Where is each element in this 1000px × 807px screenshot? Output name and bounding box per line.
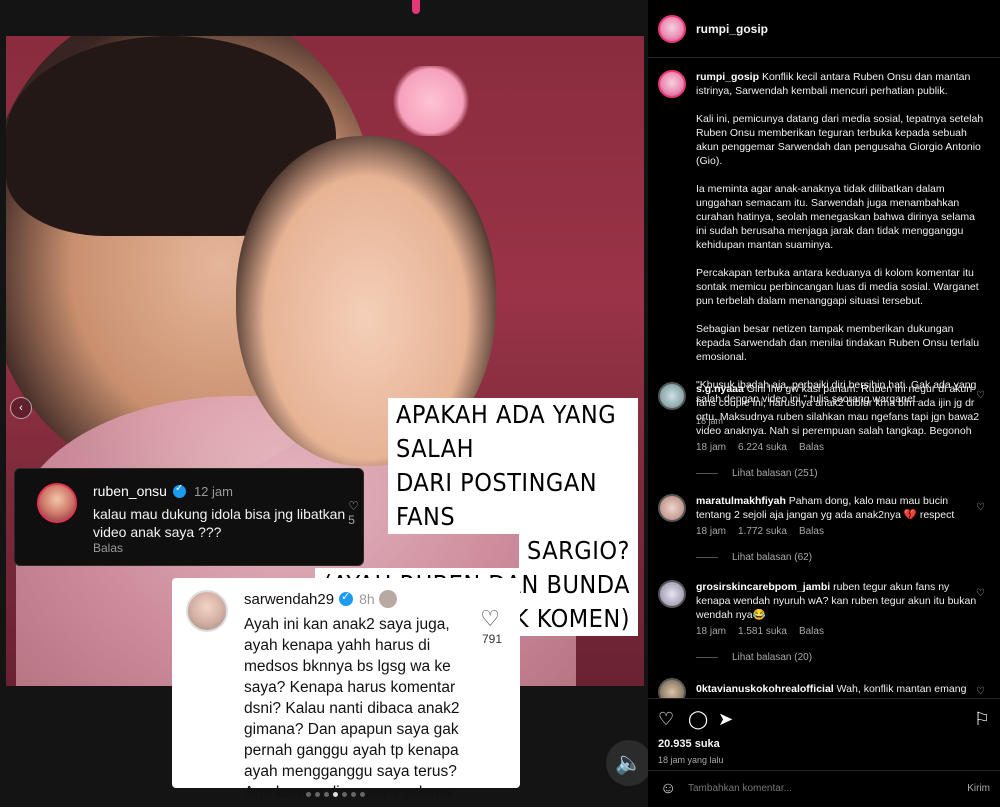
- verified-icon: [339, 590, 354, 606]
- like-count: 5: [348, 513, 355, 527]
- heart-icon[interactable]: ♡: [976, 502, 988, 513]
- comment-username[interactable]: s.g.nyaaa: [696, 383, 744, 395]
- comment-username[interactable]: maratulmakhfiyah: [696, 495, 786, 507]
- comment-text: kalau mau dukung idola bisa jng libatkan…: [93, 506, 346, 540]
- comment-likes[interactable]: 1.772 suka: [738, 526, 787, 537]
- comment-time: 18 jam: [696, 442, 727, 453]
- carousel-dot[interactable]: [324, 792, 329, 797]
- view-replies-button[interactable]: Lihat balasan (251): [696, 468, 818, 479]
- header-username[interactable]: rumpi_gosip: [696, 22, 768, 36]
- carousel-dot[interactable]: [306, 792, 311, 797]
- add-comment-bar: ☺ Kirim: [648, 770, 1000, 807]
- comment-time: 8h: [359, 591, 375, 607]
- post-actions: ♡ ◯ ➤ ⚐: [648, 698, 1000, 738]
- comment-username[interactable]: 0ktavianuskokohrealofficial: [696, 683, 834, 695]
- caption-line: APAKAH ADA YANG SALAH: [388, 398, 638, 466]
- avatar: [37, 483, 77, 523]
- verified-icon: [172, 483, 186, 498]
- caption-line: DARI POSTINGAN FANS: [388, 466, 638, 534]
- comment-username[interactable]: grosirskincarebpom_jambi: [696, 581, 830, 593]
- comment-username: sarwendah29: [244, 591, 335, 608]
- share-icon[interactable]: ➤: [718, 709, 733, 730]
- heart-icon: ♡: [348, 499, 359, 513]
- comment-text: Ayah ini kan anak2 saya juga, ayah kenap…: [244, 616, 460, 807]
- avatar[interactable]: [658, 494, 686, 522]
- caption-paragraph: Ia meminta agar anak-anaknya tidak dilib…: [696, 183, 976, 251]
- avatar: [186, 590, 228, 632]
- heart-icon[interactable]: ♡: [976, 390, 988, 401]
- avatar[interactable]: [658, 14, 686, 43]
- comment-time: 18 jam: [696, 626, 727, 637]
- caption-paragraph: Percakapan terbuka antara keduanya di ko…: [696, 267, 979, 307]
- reply-button[interactable]: Balas: [799, 526, 824, 537]
- like-count: 791: [481, 632, 502, 646]
- carousel-dot[interactable]: [360, 792, 365, 797]
- bookmark-icon[interactable]: ⚐: [974, 709, 990, 730]
- chevron-left-icon[interactable]: ‹: [10, 397, 32, 419]
- mini-avatar: [378, 590, 397, 608]
- post-likes[interactable]: 20.935 suka: [658, 738, 720, 750]
- emoji-icon[interactable]: ☺: [660, 780, 676, 798]
- send-button[interactable]: Kirim: [967, 783, 990, 794]
- comment-icon[interactable]: ◯: [688, 709, 708, 730]
- story-ring-fragment: [412, 0, 420, 14]
- carousel-dot[interactable]: [315, 792, 320, 797]
- volume-icon[interactable]: 🔈: [606, 740, 648, 786]
- avatar[interactable]: [658, 678, 686, 698]
- screenshot-comment-ruben: ruben_onsu 12 jam kalau mau dukung idola …: [14, 468, 364, 566]
- comment-username: ruben_onsu: [93, 483, 167, 499]
- comment-time: 18 jam: [696, 526, 727, 537]
- screenshot-comment-sarwendah: sarwendah29 8h Ayah ini kan anak2 saya ju…: [172, 578, 520, 807]
- reply-button[interactable]: Balas: [799, 626, 824, 637]
- carousel-dots: [306, 792, 365, 797]
- caption-paragraph: Sebagian besar netizen tampak memberikan…: [696, 323, 980, 363]
- carousel-dot[interactable]: [333, 792, 338, 797]
- comment-text: Wah, konflik mantan emang: [836, 683, 967, 695]
- view-replies-button[interactable]: Lihat balasan (62): [696, 552, 812, 563]
- comment-input[interactable]: [688, 783, 928, 794]
- comment-likes[interactable]: 1.581 suka: [738, 626, 787, 637]
- comment-time: 12 jam: [193, 484, 233, 499]
- carousel-dot[interactable]: [351, 792, 356, 797]
- avatar[interactable]: [658, 70, 686, 98]
- heart-icon[interactable]: ♡: [976, 686, 988, 697]
- photo-hair-bow: [391, 66, 471, 136]
- caption-line: SARGIO?: [519, 534, 638, 568]
- carousel-dot[interactable]: [342, 792, 347, 797]
- reply-button[interactable]: Balas: [799, 442, 824, 453]
- post-time: 18 jam yang lalu: [658, 755, 724, 765]
- comments-list[interactable]: rumpi_gosip Konflik kecil antara Ruben O…: [648, 58, 1000, 698]
- post-side-panel: rumpi_gosip rumpi_gosip Konflik kecil an…: [648, 0, 1000, 807]
- heart-icon[interactable]: ♡: [976, 588, 988, 599]
- avatar[interactable]: [658, 580, 686, 608]
- comment-likes[interactable]: 6.224 suka: [738, 442, 787, 453]
- post-header: rumpi_gosip: [648, 0, 1000, 58]
- caption-paragraph: Kali ini, pemicunya datang dari media so…: [696, 113, 984, 167]
- avatar[interactable]: [658, 382, 686, 410]
- heart-icon[interactable]: ♡: [658, 709, 674, 730]
- reply-link: Balas: [93, 541, 124, 555]
- heart-icon: ♡: [480, 606, 500, 631]
- caption-username[interactable]: rumpi_gosip: [696, 71, 759, 83]
- view-replies-button[interactable]: Lihat balasan (20): [696, 652, 812, 663]
- post-media[interactable]: APAKAH ADA YANG SALAH DARI POSTINGAN FAN…: [0, 0, 648, 807]
